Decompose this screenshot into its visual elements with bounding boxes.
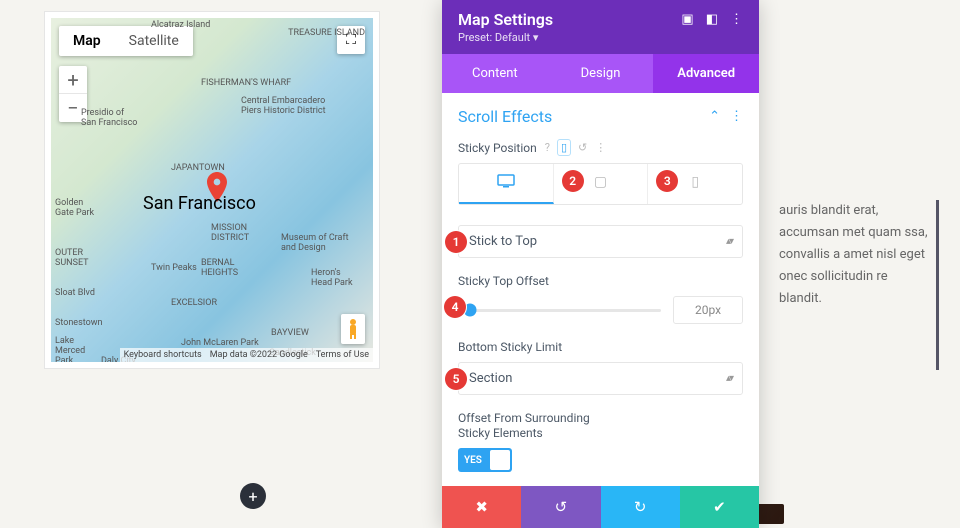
panel-body: Scroll Effects ⌃ ⋮ Sticky Position ? ▯ ↺… xyxy=(442,93,759,486)
section-title[interactable]: Scroll Effects xyxy=(458,107,552,126)
panel-title: Map Settings xyxy=(458,10,553,29)
add-module-button[interactable]: + xyxy=(240,483,266,509)
device-desktop[interactable] xyxy=(459,164,554,204)
map-label: Sloat Blvd xyxy=(55,288,95,298)
kebab-icon[interactable]: ⋮ xyxy=(730,109,743,124)
toggle-knob xyxy=(490,450,510,470)
tab-content[interactable]: Content xyxy=(442,54,548,93)
map-label: EXCELSIOR xyxy=(171,298,217,308)
device-phone[interactable]: 3 ▯ xyxy=(648,164,742,204)
map-type-satellite[interactable]: Satellite xyxy=(115,26,193,56)
map-label: Twin Peaks xyxy=(151,263,197,273)
tab-advanced[interactable]: Advanced xyxy=(653,54,759,93)
city-label: San Francisco xyxy=(143,193,256,214)
map-data-label: Map data ©2022 Google xyxy=(206,348,312,362)
map-label: Heron's Head Park xyxy=(311,268,361,288)
map-label: Stonestown xyxy=(55,318,102,328)
offset-value-input[interactable] xyxy=(673,296,743,324)
tab-design[interactable]: Design xyxy=(548,54,654,93)
sticky-top-offset-label: Sticky Top Offset xyxy=(458,274,549,288)
step-badge-2: 2 xyxy=(562,170,584,192)
zoom-in-button[interactable]: + xyxy=(59,66,87,94)
step-badge-5: 5 xyxy=(445,368,467,390)
step-badge-3: 3 xyxy=(656,170,678,192)
map-label: OUTER SUNSET xyxy=(55,248,100,268)
stick-to-top-select[interactable]: 1 Stick to Top ▴▾ xyxy=(458,225,743,258)
settings-panel: Map Settings Preset: Default ▾ ▣ ◧ ⋮ Con… xyxy=(442,0,759,528)
terms-link[interactable]: Terms of Use xyxy=(312,348,373,362)
undo-icon[interactable]: ↺ xyxy=(578,141,587,154)
map-label: BERNAL HEIGHTS xyxy=(201,258,246,278)
bottom-sticky-select[interactable]: 5 Section ▴▾ xyxy=(458,362,743,395)
lorem-text: auris blandit erat, accumsan met quam ss… xyxy=(779,200,939,370)
map-label: BAYVIEW xyxy=(271,328,309,338)
map-label: Museum of Craft and Design xyxy=(281,233,361,253)
map-label: MISSION DISTRICT xyxy=(211,223,261,243)
save-button[interactable]: ✔ xyxy=(680,486,759,528)
caret-icon: ▴▾ xyxy=(726,236,732,247)
device-tablet[interactable]: 2 ▢ xyxy=(554,164,649,204)
responsive-preview-icon[interactable]: ▣ xyxy=(681,12,693,27)
map-label: TREASURE ISLAND xyxy=(288,28,365,38)
bottom-sticky-label: Bottom Sticky Limit xyxy=(458,340,562,354)
step-badge-1: 1 xyxy=(445,231,467,253)
step-badge-4: 4 xyxy=(444,296,466,318)
map-label: Presidio of San Francisco xyxy=(81,108,141,128)
preset-select[interactable]: Preset: Default ▾ xyxy=(458,31,553,44)
panel-footer: ✖ ↺ ↻ ✔ xyxy=(442,486,759,528)
map-label: Golden Gate Park xyxy=(55,198,100,218)
collapse-icon[interactable]: ⌃ xyxy=(709,109,720,124)
toggle-yes-label: YES xyxy=(458,455,482,466)
offset-surrounding-label: Offset From Surrounding xyxy=(458,411,590,425)
offset-toggle[interactable]: YES xyxy=(458,448,512,472)
map-label: Lake Merced Park xyxy=(55,336,105,362)
select-value: Section xyxy=(469,371,512,386)
pegman-icon[interactable] xyxy=(341,314,365,344)
kebab-icon[interactable]: ⋮ xyxy=(730,12,743,27)
kebab-icon[interactable]: ⋮ xyxy=(595,141,606,154)
device-tabs: 2 ▢ 3 ▯ xyxy=(458,163,743,205)
cancel-button[interactable]: ✖ xyxy=(442,486,521,528)
map-label: John McLaren Park xyxy=(181,338,259,348)
sticky-position-label: Sticky Position xyxy=(458,141,537,155)
select-value: Stick to Top xyxy=(469,234,537,249)
offset-slider[interactable] xyxy=(458,309,661,312)
map-module: Map Satellite ⛶ + − Alcatraz Island TREA… xyxy=(44,11,380,369)
map-type-toggle: Map Satellite xyxy=(59,26,193,56)
google-map[interactable]: Map Satellite ⛶ + − Alcatraz Island TREA… xyxy=(51,18,373,362)
map-type-map[interactable]: Map xyxy=(59,26,115,56)
keyboard-shortcuts-link[interactable]: Keyboard shortcuts xyxy=(120,348,206,362)
map-label: Central Embarcadero Piers Historic Distr… xyxy=(241,96,331,116)
undo-button[interactable]: ↺ xyxy=(521,486,600,528)
settings-tabs: Content Design Advanced xyxy=(442,54,759,93)
help-icon[interactable]: ? xyxy=(545,141,550,154)
offset-surrounding-label: Sticky Elements xyxy=(458,426,543,440)
panel-header: Map Settings Preset: Default ▾ ▣ ◧ ⋮ xyxy=(442,0,759,54)
map-label: Alcatraz Island xyxy=(151,20,210,30)
caret-icon: ▴▾ xyxy=(726,373,732,384)
map-label: FISHERMAN'S WHARF xyxy=(201,78,291,88)
panel-layout-icon[interactable]: ◧ xyxy=(706,12,718,27)
phone-icon[interactable]: ▯ xyxy=(558,140,570,155)
map-attribution: Keyboard shortcuts Map data ©2022 Google… xyxy=(120,348,373,362)
redo-button[interactable]: ↻ xyxy=(601,486,680,528)
